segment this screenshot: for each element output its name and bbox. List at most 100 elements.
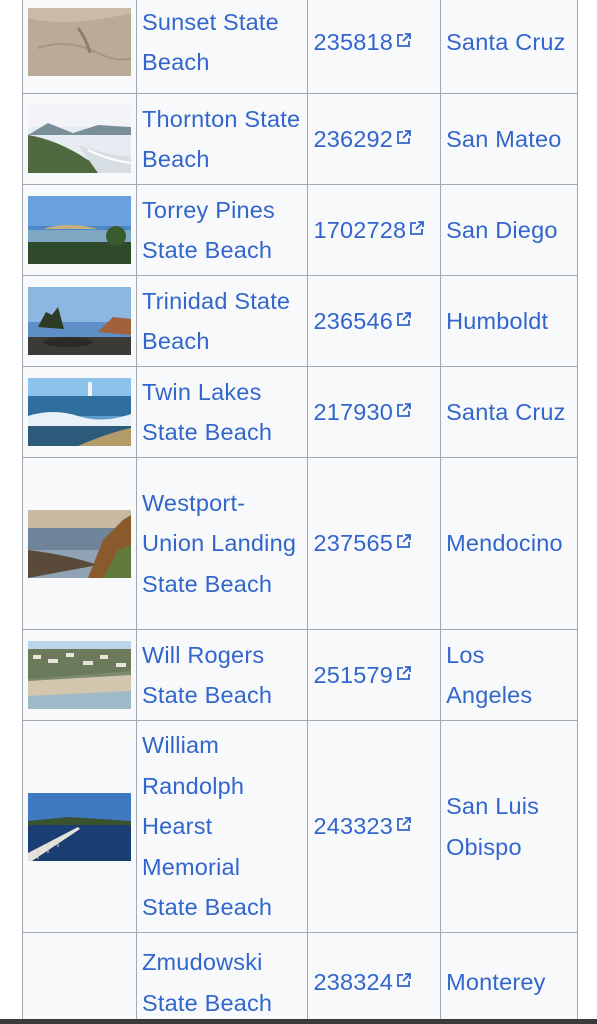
county-cell: Santa Cruz: [440, 0, 578, 94]
county-cell: San Diego: [440, 184, 578, 276]
name-cell: Will Rogers State Beach: [135, 629, 309, 721]
id-value: 237565: [313, 530, 394, 557]
external-link-icon: [396, 816, 412, 832]
id-link[interactable]: 237565: [313, 530, 412, 556]
pier-bay-photo[interactable]: [27, 792, 131, 861]
image-cell: [22, 0, 137, 94]
county-link[interactable]: San Mateo: [446, 126, 561, 152]
name-cell: Sunset State Beach: [135, 0, 309, 94]
beach-name-link[interactable]: William Randolph Hearst Memorial State B…: [142, 732, 272, 920]
lighthouse-waves-photo[interactable]: [27, 378, 131, 446]
table-row: Westport-Union Landing State Beach 23756…: [22, 457, 578, 630]
sand-dune-photo[interactable]: [27, 8, 131, 76]
county-cell: San Luis Obispo: [440, 720, 578, 933]
county-cell: Los Angeles: [440, 629, 578, 721]
external-link-icon: [396, 402, 412, 418]
county-cell: Humboldt: [440, 275, 578, 367]
external-link-icon: [396, 32, 412, 48]
state-beaches-table: Sunset State Beach 235818 Santa Cruz Tho…: [22, 0, 578, 1024]
external-link-icon: [396, 311, 412, 327]
beach-name-link[interactable]: Will Rogers State Beach: [142, 642, 272, 709]
beach-name-link[interactable]: Zmudowski State Beach: [142, 949, 272, 1016]
id-value: 235818: [313, 28, 394, 55]
beach-name-link[interactable]: Thornton State Beach: [142, 106, 300, 173]
id-cell: 243323: [307, 720, 442, 933]
id-value: 238324: [313, 969, 394, 996]
beach-name-link[interactable]: Sunset State Beach: [142, 9, 279, 76]
county-cell: San Mateo: [440, 93, 578, 185]
sea-stacks-photo[interactable]: [27, 287, 131, 355]
id-cell: 251579: [307, 629, 442, 721]
id-cell: 237565: [307, 457, 442, 630]
external-link-icon: [409, 220, 425, 236]
bluff-lagoon-photo[interactable]: [27, 196, 131, 264]
state-beaches-table-page: Sunset State Beach 235818 Santa Cruz Tho…: [0, 0, 597, 1024]
external-link-icon: [396, 533, 412, 549]
table-row: Thornton State Beach 236292 San Mateo: [22, 93, 578, 185]
hillside-homes-photo[interactable]: [27, 641, 131, 709]
bottom-edge-bar: [0, 1019, 597, 1024]
id-link[interactable]: 235818: [313, 29, 412, 55]
beach-name-link[interactable]: Trinidad State Beach: [142, 288, 290, 355]
image-cell: [22, 457, 137, 630]
id-value: 217930: [313, 398, 394, 425]
name-cell: Twin Lakes State Beach: [135, 366, 309, 458]
id-link[interactable]: 238324: [313, 969, 412, 995]
table-row: Sunset State Beach 235818 Santa Cruz: [22, 0, 578, 94]
table-row: Twin Lakes State Beach 217930 Santa Cruz: [22, 366, 578, 458]
county-link[interactable]: Mendocino: [446, 530, 563, 556]
id-value: 236546: [313, 307, 394, 334]
table-row: Will Rogers State Beach 251579 Los Angel…: [22, 629, 578, 721]
county-link[interactable]: Monterey: [446, 969, 546, 995]
county-link[interactable]: Santa Cruz: [446, 399, 566, 425]
county-cell: Monterey: [440, 932, 578, 1024]
id-link[interactable]: 236292: [313, 126, 412, 152]
id-cell: 236546: [307, 275, 442, 367]
external-link-icon: [396, 129, 412, 145]
county-link[interactable]: Santa Cruz: [446, 29, 566, 55]
image-cell: [22, 366, 137, 458]
table-row: Zmudowski State Beach 238324 Monterey: [22, 932, 578, 1024]
image-cell: [22, 629, 137, 721]
name-cell: Westport-Union Landing State Beach: [135, 457, 309, 630]
name-cell: Trinidad State Beach: [135, 275, 309, 367]
id-value: 251579: [313, 661, 394, 688]
county-link[interactable]: San Luis Obispo: [446, 793, 539, 860]
table-row: William Randolph Hearst Memorial State B…: [22, 720, 578, 933]
name-cell: Torrey Pines State Beach: [135, 184, 309, 276]
county-link[interactable]: Humboldt: [446, 308, 548, 334]
id-link[interactable]: 1702728: [313, 217, 425, 243]
county-link[interactable]: Los Angeles: [446, 642, 532, 709]
image-cell: [22, 720, 137, 933]
image-cell: [22, 275, 137, 367]
county-link[interactable]: San Diego: [446, 217, 558, 243]
coastal-cliff-photo[interactable]: [27, 105, 131, 173]
name-cell: William Randolph Hearst Memorial State B…: [135, 720, 309, 933]
id-cell: 235818: [307, 0, 442, 94]
id-value: 1702728: [313, 216, 407, 243]
county-cell: Santa Cruz: [440, 366, 578, 458]
id-link[interactable]: 251579: [313, 662, 412, 688]
image-cell: [22, 184, 137, 276]
id-value: 243323: [313, 813, 394, 840]
table-row: Trinidad State Beach 236546 Humboldt: [22, 275, 578, 367]
image-cell: [22, 93, 137, 185]
id-link[interactable]: 236546: [313, 308, 412, 334]
beach-name-link[interactable]: Twin Lakes State Beach: [142, 379, 272, 446]
id-value: 236292: [313, 125, 394, 152]
name-cell: Thornton State Beach: [135, 93, 309, 185]
id-link[interactable]: 217930: [313, 399, 412, 425]
beach-name-link[interactable]: Torrey Pines State Beach: [142, 197, 275, 264]
id-cell: 217930: [307, 366, 442, 458]
sunset-coast-photo[interactable]: [27, 509, 131, 578]
beach-name-link[interactable]: Westport-Union Landing State Beach: [142, 490, 296, 597]
name-cell: Zmudowski State Beach: [135, 932, 309, 1024]
id-cell: 1702728: [307, 184, 442, 276]
table-row: Torrey Pines State Beach 1702728 San Die…: [22, 184, 578, 276]
external-link-icon: [396, 972, 412, 988]
id-link[interactable]: 243323: [313, 813, 412, 839]
external-link-icon: [396, 665, 412, 681]
image-cell: [22, 932, 137, 1024]
id-cell: 236292: [307, 93, 442, 185]
id-cell: 238324: [307, 932, 442, 1024]
